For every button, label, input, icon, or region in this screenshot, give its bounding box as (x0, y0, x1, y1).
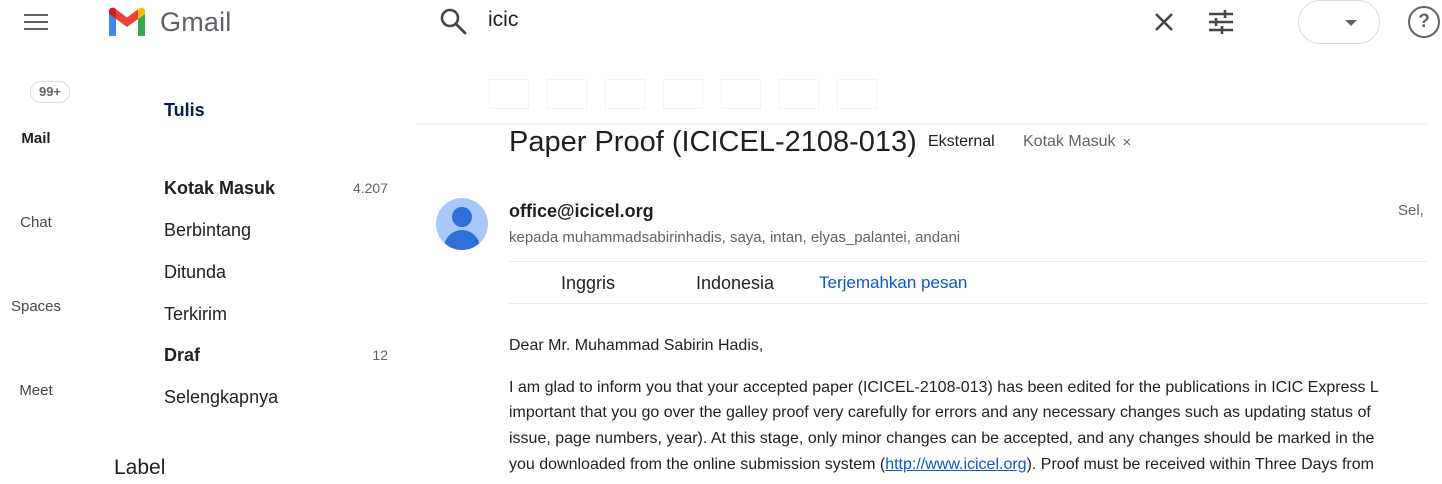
nav-item-label: Selengkapnya (164, 386, 279, 407)
gmail-logo[interactable]: Gmail (106, 4, 232, 40)
email-body-line: I am glad to inform you that your accept… (509, 379, 1379, 396)
source-language[interactable]: Inggris (561, 273, 615, 294)
email-body-line: you downloaded from the online submissio… (509, 456, 1374, 474)
nav-item-sent[interactable]: Terkirim (164, 301, 388, 327)
email-greeting: Dear Mr. Muhammad Sabirin Hadis, (509, 337, 764, 354)
toolbar-action[interactable] (548, 80, 586, 108)
clear-search-icon[interactable] (1150, 8, 1178, 36)
email-subject: Paper Proof (ICICEL-2108-013) (509, 126, 917, 158)
status-dropdown[interactable] (1298, 0, 1380, 44)
email-date: Sel, (1398, 202, 1424, 219)
inbox-label-text: Kotak Masuk (1023, 133, 1116, 150)
search-options-icon[interactable] (1206, 8, 1236, 36)
toolbar-action[interactable] (838, 80, 876, 108)
app-name: Gmail (160, 6, 232, 37)
nav-item-count: 4.207 (352, 180, 388, 196)
nav-item-label: Ditunda (164, 261, 227, 282)
rail-item-spaces[interactable]: Spaces (0, 298, 72, 315)
nav-item-starred[interactable]: Berbintang (164, 217, 388, 243)
toolbar-action[interactable] (490, 80, 528, 108)
app-root: Gmail icic 99+ Mail Chat Spaces Meet Tul… (0, 0, 1427, 484)
nav-item-drafts[interactable]: Draf 12 (164, 342, 388, 368)
search-icon[interactable] (438, 6, 468, 36)
toolbar-actions (490, 80, 896, 108)
email-body-line: important that you go over the galley pr… (509, 404, 1371, 421)
rail-item-meet[interactable]: Meet (0, 382, 72, 399)
target-language[interactable]: Indonesia (696, 273, 774, 294)
toolbar-action[interactable] (606, 80, 644, 108)
compose-button[interactable]: Tulis (164, 100, 205, 121)
nav-item-label: Terkirim (164, 303, 227, 324)
icicel-link[interactable]: http://www.icicel.org (885, 456, 1026, 473)
help-icon[interactable]: ? (1408, 6, 1440, 38)
toolbar-action[interactable] (664, 80, 702, 108)
nav-item-inbox[interactable]: Kotak Masuk 4.207 (164, 175, 388, 201)
main-menu-icon[interactable] (18, 8, 54, 36)
avatar-body (444, 230, 480, 250)
nav-item-more[interactable]: Selengkapnya (164, 384, 388, 410)
translation-bar (509, 261, 1427, 304)
toolbar-action[interactable] (780, 80, 818, 108)
rail-item-chat[interactable]: Chat (0, 214, 72, 231)
external-label: Eksternal (928, 133, 995, 150)
inbox-label-chip[interactable]: Kotak Masuk × (1023, 133, 1131, 151)
nav-item-label: Draf (164, 344, 201, 365)
recipients-line[interactable]: kepada muhammadsabirinhadis, saya, intan… (509, 229, 960, 246)
sender-email[interactable]: office@icicel.org (509, 201, 654, 222)
gmail-m-icon (109, 7, 145, 36)
avatar-head (452, 207, 472, 227)
rail-item-mail[interactable]: Mail (0, 130, 72, 147)
translate-message-link[interactable]: Terjemahkan pesan (819, 273, 967, 293)
sender-avatar[interactable] (436, 198, 488, 250)
chevron-down-icon (1345, 20, 1357, 26)
nav-item-label: Berbintang (164, 219, 252, 240)
remove-label-icon[interactable]: × (1122, 134, 1131, 151)
nav-item-snoozed[interactable]: Ditunda (164, 259, 388, 285)
email-body-line: issue, page numbers, year). At this stag… (509, 430, 1375, 447)
body-text: ). Proof must be received within Three D… (1026, 456, 1374, 473)
search-input[interactable]: icic (488, 8, 518, 32)
toolbar-action[interactable] (722, 80, 760, 108)
nav-item-count: 12 (372, 347, 388, 363)
body-text: you downloaded from the online submissio… (509, 456, 886, 473)
labels-heading: Label (114, 456, 166, 479)
mail-unread-badge: 99+ (30, 81, 70, 103)
nav-item-label: Kotak Masuk (164, 177, 276, 198)
